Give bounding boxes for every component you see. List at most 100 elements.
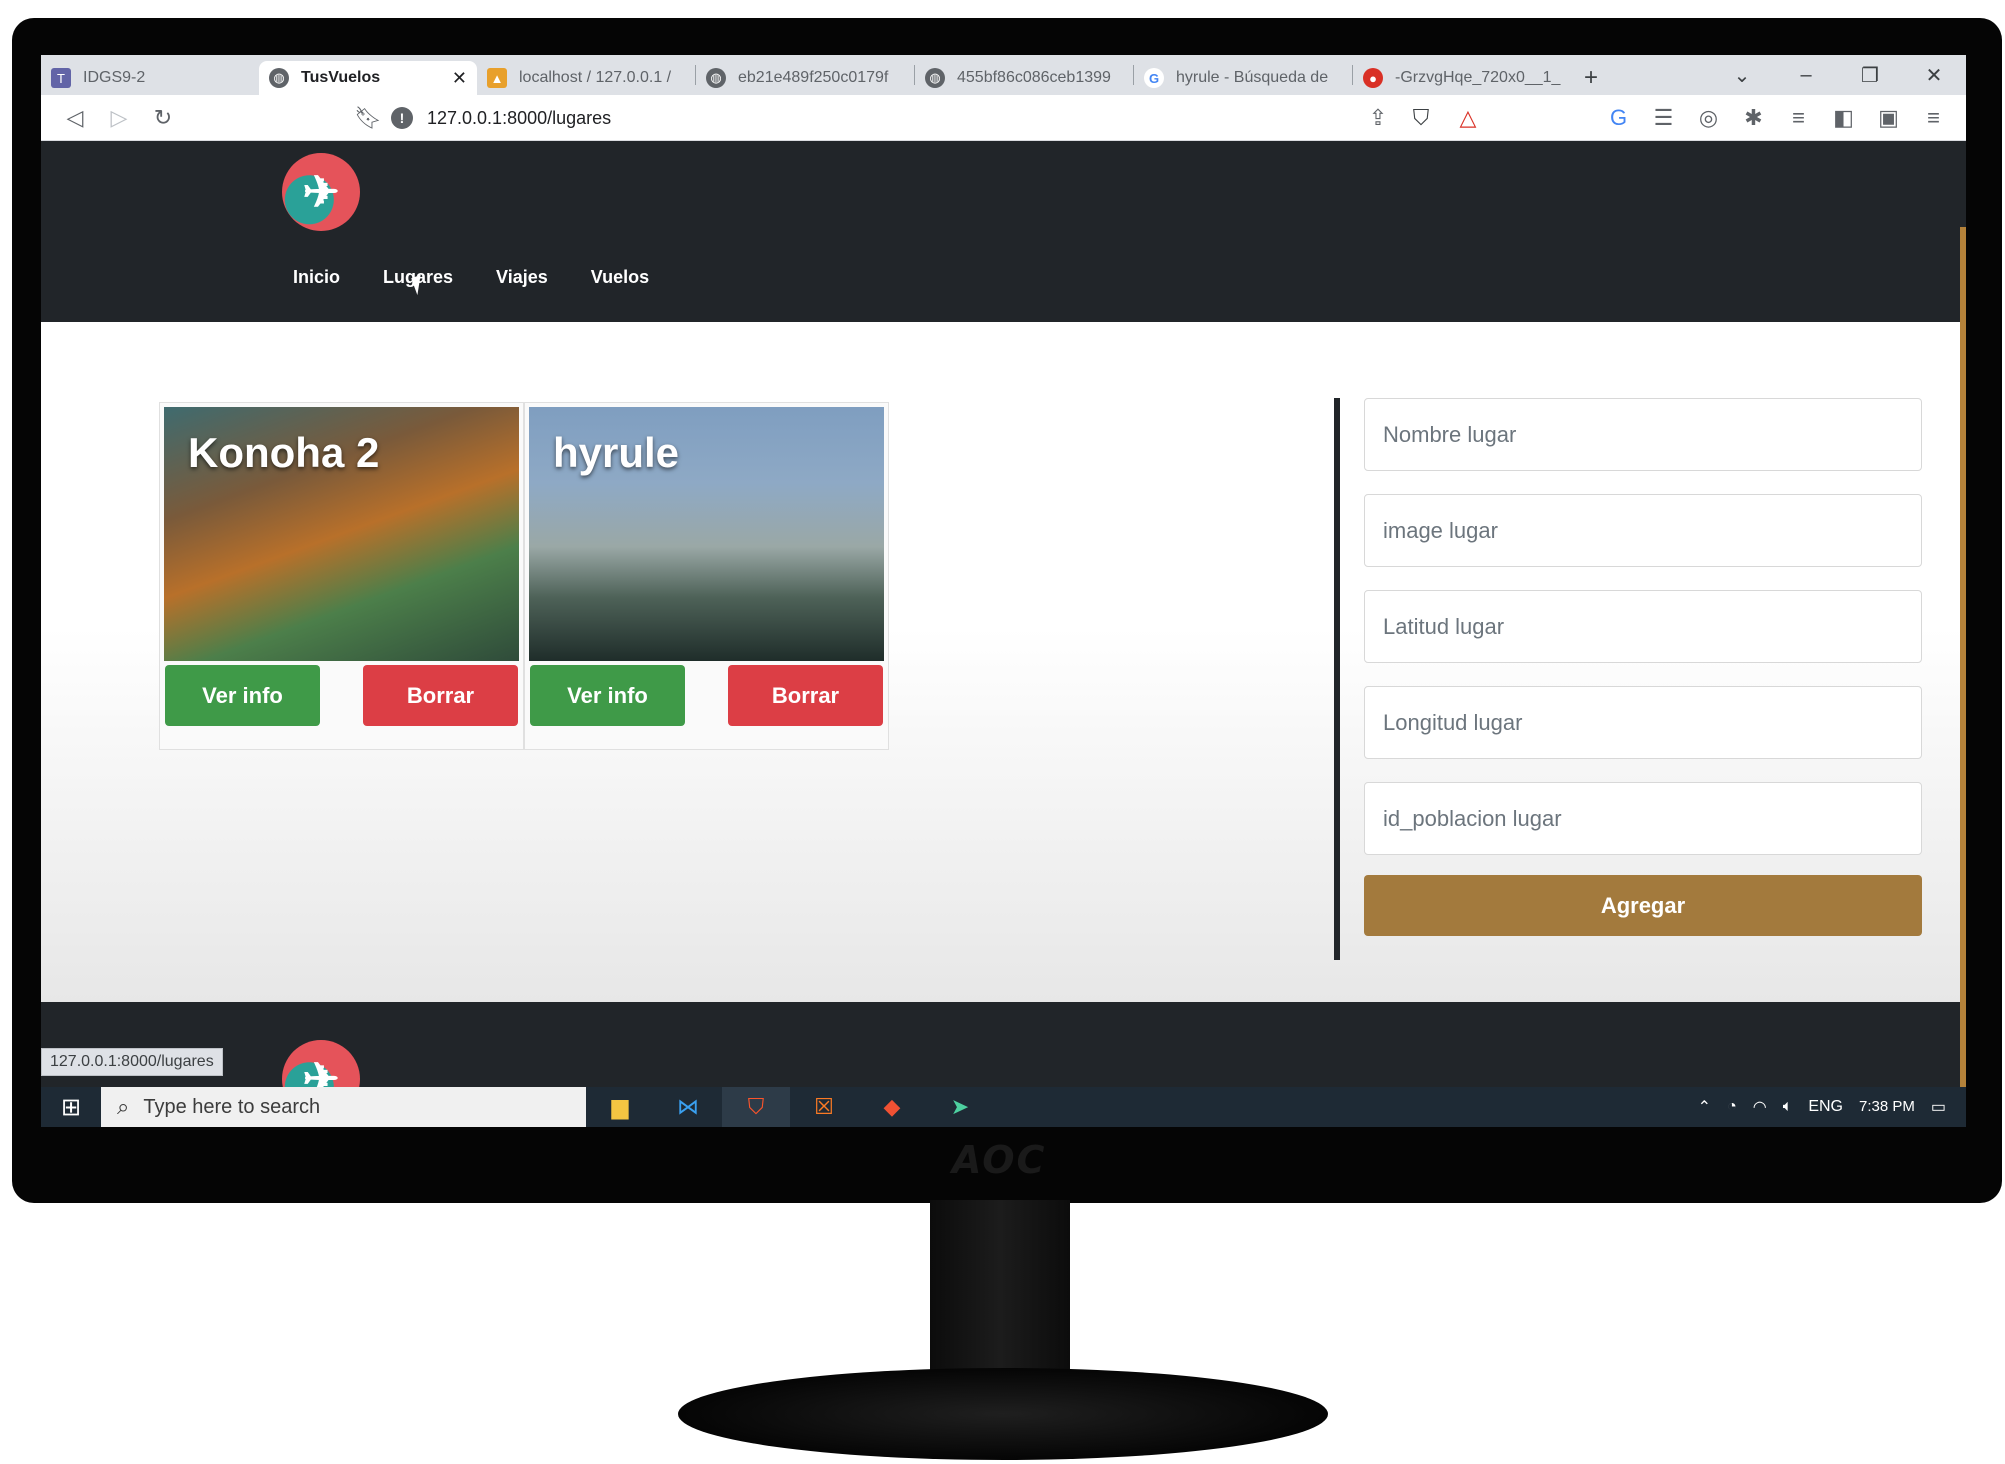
minimize-icon[interactable]: – <box>1774 55 1838 95</box>
teams-icon: T <box>51 68 71 88</box>
lugar-image: Konoha 2 <box>164 407 519 661</box>
id-poblacion-lugar-input[interactable]: id_poblacion lugar <box>1364 782 1922 855</box>
google-icon: G <box>1144 68 1164 88</box>
nav-link-viajes[interactable]: Viajes <box>496 267 548 288</box>
lugar-card: Konoha 2 Ver info Borrar <box>159 402 524 750</box>
scrollbar[interactable] <box>1960 227 1966 1127</box>
share-icon[interactable]: ⇪ <box>1356 98 1400 138</box>
url-text: 127.0.0.1:8000/lugares <box>427 107 612 128</box>
nombre-lugar-input[interactable]: Nombre lugar <box>1364 398 1922 471</box>
translate-icon[interactable]: G <box>1596 98 1641 138</box>
form-divider <box>1334 398 1340 960</box>
tab-image[interactable]: ● -GrzvgHqe_720x0__1_ <box>1353 61 1571 95</box>
search-icon: ⌕ <box>117 1094 130 1119</box>
ver-info-button[interactable]: Ver info <box>165 665 320 726</box>
monitor-bezel: T IDGS9-2 ◍ TusVuelos ✕ ▲ localhost / 12… <box>12 18 2002 1203</box>
new-tab-button[interactable]: + <box>1571 61 1611 95</box>
restore-icon[interactable]: ❐ <box>1838 55 1902 95</box>
tab-label: localhost / 127.0.0.1 / <box>519 69 672 86</box>
brave-shield-icon[interactable]: ⛉ <box>1399 98 1443 138</box>
wallet-icon[interactable]: ▣ <box>1866 98 1911 138</box>
latitud-lugar-input[interactable]: Latitud lugar <box>1364 590 1922 663</box>
notifications-icon[interactable]: ▭ <box>1931 1097 1946 1117</box>
vscode-icon[interactable]: ⋈ <box>654 1087 722 1127</box>
file-explorer-icon[interactable]: ▆ <box>586 1087 654 1127</box>
lugar-title: hyrule <box>553 429 680 476</box>
monitor-stand-base <box>678 1368 1328 1460</box>
address-bar[interactable]: ! 127.0.0.1:8000/lugares <box>391 100 1441 136</box>
window-controls: ⌄ – ❐ ✕ <box>1710 55 1966 95</box>
windows-taskbar: ⊞ ⌕ Type here to search ▆ ⋈ ⛉ ☒ ◆ ➤ ⌃ ◔ … <box>41 1087 1966 1127</box>
tab-455b[interactable]: ◍ 455bf86c086ceb1399 <box>915 61 1133 95</box>
ver-info-button[interactable]: Ver info <box>530 665 685 726</box>
tab-localhost[interactable]: ▲ localhost / 127.0.0.1 / <box>477 61 695 95</box>
lugar-card: hyrule Ver info Borrar <box>524 402 889 750</box>
back-icon[interactable]: ◁ <box>53 98 97 138</box>
network-icon[interactable]: ◔ <box>1727 1098 1737 1116</box>
nav-links: Inicio Lugares Viajes Vuelos <box>293 267 649 288</box>
extensions-area: G ☰ ◎ ✱ ≡ ◧ ▣ ≡ <box>1596 98 1956 138</box>
volume-icon[interactable]: 🔈︎ <box>1783 1098 1793 1116</box>
monitor-brand-logo: AOC <box>952 1138 1047 1182</box>
monitor-neck <box>930 1200 1070 1390</box>
borrar-button[interactable]: Borrar <box>363 665 518 726</box>
globe-icon: ◍ <box>925 68 945 88</box>
add-lugar-form: Nombre lugar image lugar Latitud lugar L… <box>1364 398 1922 936</box>
tab-label: eb21e489f250c0179f <box>738 69 889 86</box>
chevron-up-icon[interactable]: ⌃ <box>1698 1097 1711 1117</box>
taskbar-search[interactable]: ⌕ Type here to search <box>101 1087 586 1127</box>
browser-tab-bar: T IDGS9-2 ◍ TusVuelos ✕ ▲ localhost / 12… <box>41 55 1966 95</box>
brave-browser-icon[interactable]: ⛉ <box>722 1087 790 1127</box>
tab-label: -GrzvgHqe_720x0__1_ <box>1395 69 1561 86</box>
tab-label: TusVuelos <box>301 69 381 86</box>
git-icon[interactable]: ◆ <box>858 1087 926 1127</box>
menu-icon[interactable]: ≡ <box>1911 98 1956 138</box>
language-indicator[interactable]: ENG <box>1808 1098 1843 1116</box>
xampp-icon[interactable]: ☒ <box>790 1087 858 1127</box>
clock[interactable]: 7:38 PM <box>1859 1098 1915 1116</box>
tab-eb21[interactable]: ◍ eb21e489f250c0179f <box>696 61 914 95</box>
tab-label: 455bf86c086ceb1399 <box>957 69 1111 86</box>
tab-search-icon[interactable]: ⌄ <box>1710 55 1774 95</box>
list-extension-icon[interactable]: ☰ <box>1641 98 1686 138</box>
lugar-image: hyrule <box>529 407 884 661</box>
extensions-icon[interactable]: ✱ <box>1731 98 1776 138</box>
search-placeholder: Type here to search <box>143 1095 321 1118</box>
terminal-icon[interactable]: ➤ <box>926 1087 994 1127</box>
tab-tusvuelos[interactable]: ◍ TusVuelos ✕ <box>259 61 477 95</box>
phpmyadmin-icon: ▲ <box>487 68 507 88</box>
nav-link-inicio[interactable]: Inicio <box>293 267 340 288</box>
agregar-button[interactable]: Agregar <box>1364 875 1922 936</box>
brand-logo[interactable]: ✈ <box>282 153 360 231</box>
lugares-list: Konoha 2 Ver info Borrar hyrule Ver info… <box>159 402 889 750</box>
image-icon: ● <box>1363 68 1383 88</box>
image-lugar-input[interactable]: image lugar <box>1364 494 1922 567</box>
web-page: ✈ Inicio Lugares Viajes Vuelos Konoha 2 … <box>41 141 1966 1127</box>
main-content: Konoha 2 Ver info Borrar hyrule Ver info… <box>41 322 1966 1002</box>
nav-link-vuelos[interactable]: Vuelos <box>591 267 649 288</box>
browser-toolbar: ◁ ▷ ↻ 🔖︎ ! 127.0.0.1:8000/lugares ⇪ ⛉ △ … <box>41 95 1966 141</box>
reload-icon[interactable]: ↻ <box>141 98 185 138</box>
borrar-button[interactable]: Borrar <box>728 665 883 726</box>
wifi-icon[interactable]: ◠ <box>1753 1097 1767 1117</box>
close-window-icon[interactable]: ✕ <box>1902 55 1966 95</box>
bookmark-icon[interactable]: 🔖︎ <box>346 98 390 138</box>
brave-rewards-icon[interactable]: △ <box>1446 98 1490 138</box>
tab-label: hyrule - Búsqueda de <box>1176 69 1329 86</box>
tab-idgs9-2[interactable]: T IDGS9-2 <box>41 61 259 95</box>
sidebar-icon[interactable]: ◧ <box>1821 98 1866 138</box>
vpn-extension-icon[interactable]: ◎ <box>1686 98 1731 138</box>
tab-hyrule-search[interactable]: G hyrule - Búsqueda de <box>1134 61 1352 95</box>
lugar-title: Konoha 2 <box>188 429 380 476</box>
globe-icon: ◍ <box>269 68 289 88</box>
forward-icon[interactable]: ▷ <box>97 98 141 138</box>
media-icon[interactable]: ≡ <box>1776 98 1821 138</box>
status-bar-url: 127.0.0.1:8000/lugares <box>41 1048 223 1076</box>
windows-start-icon[interactable]: ⊞ <box>41 1087 101 1127</box>
system-tray: ⌃ ◔ ◠ 🔈︎ ENG 7:38 PM ▭ <box>1698 1087 1946 1127</box>
site-navbar: ✈ Inicio Lugares Viajes Vuelos <box>41 141 1966 322</box>
monitor-screen: T IDGS9-2 ◍ TusVuelos ✕ ▲ localhost / 12… <box>41 55 1966 1127</box>
site-info-icon[interactable]: ! <box>391 107 413 129</box>
longitud-lugar-input[interactable]: Longitud lugar <box>1364 686 1922 759</box>
close-tab-icon[interactable]: ✕ <box>452 68 467 89</box>
